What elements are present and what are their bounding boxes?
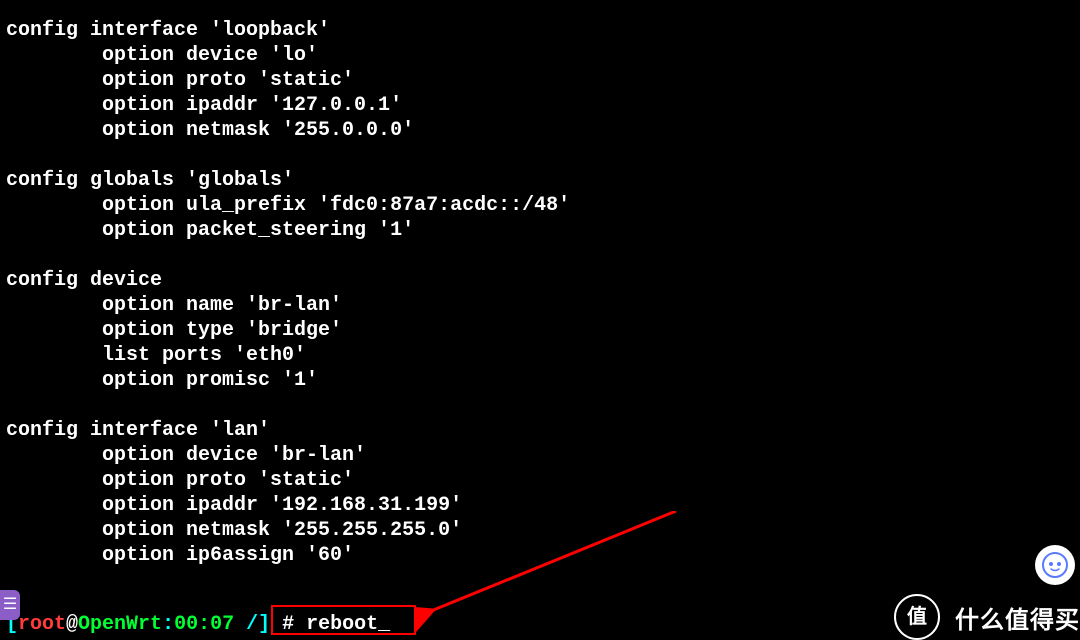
- watermark-text: 什么值得买: [955, 606, 1080, 636]
- prompt-hash: #: [270, 613, 306, 636]
- prompt-host: OpenWrt: [78, 613, 162, 636]
- prompt-bracket-close: ]: [258, 613, 270, 636]
- prompt-path: /: [234, 613, 258, 636]
- watermark-badge: 值: [894, 594, 940, 640]
- sidebar-handle[interactable]: ☰: [0, 590, 20, 620]
- prompt-command[interactable]: reboot: [306, 613, 390, 636]
- shell-prompt[interactable]: [root@OpenWrt:00:07 /] # reboot: [6, 612, 390, 637]
- robot-face-icon: [1042, 552, 1068, 578]
- prompt-time: 00:07: [174, 613, 234, 636]
- prompt-user: root: [18, 613, 66, 636]
- assistant-float-button[interactable]: [1035, 545, 1075, 585]
- prompt-at: @: [66, 613, 78, 636]
- menu-icon: ☰: [3, 595, 17, 615]
- terminal-output: config interface 'loopback' option devic…: [6, 18, 570, 568]
- prompt-colon: :: [162, 613, 174, 636]
